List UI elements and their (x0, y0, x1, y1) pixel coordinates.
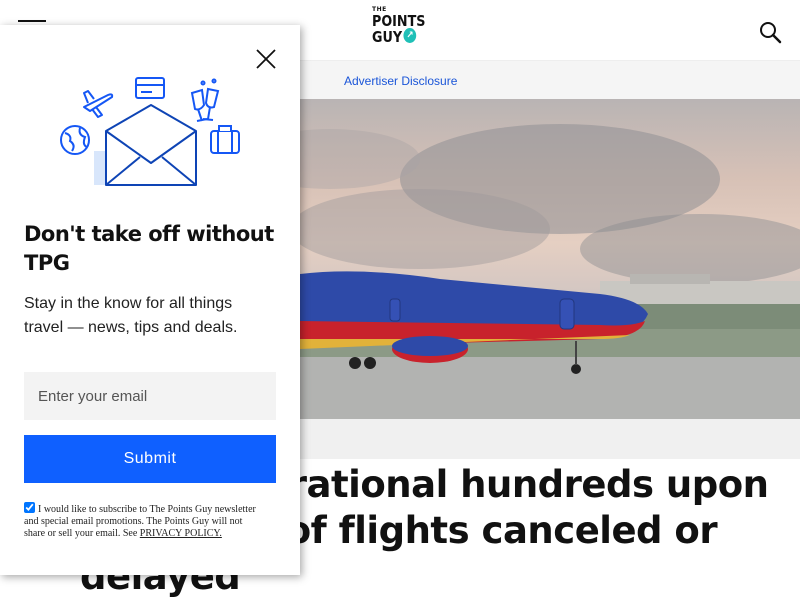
logo-line-3: GUY (372, 28, 403, 46)
newsletter-modal: Don't take off without TPG Stay in the k… (0, 25, 300, 575)
globe-icon (60, 125, 90, 155)
submit-button[interactable]: Submit (24, 435, 276, 483)
logo-line-2: POINTS (372, 12, 426, 30)
email-field[interactable] (24, 372, 276, 420)
logo-arrow-icon: ↗ (403, 28, 417, 43)
newsletter-illustration (60, 77, 240, 186)
envelope-icon (105, 104, 197, 186)
modal-description: Stay in the know for all things travel —… (24, 295, 238, 336)
champagne-glasses-icon (190, 78, 220, 122)
advertiser-disclosure-link[interactable]: Advertiser Disclosure (344, 74, 457, 88)
site-logo[interactable]: THE POINTS GUY ↗ (372, 6, 434, 54)
suitcase-icon (210, 125, 240, 154)
consent-block: I would like to subscribe to The Points … (24, 502, 264, 540)
search-icon[interactable] (758, 20, 782, 44)
privacy-policy-link[interactable]: PRIVACY POLICY. (140, 528, 222, 539)
airplane-icon (83, 90, 114, 118)
close-icon[interactable] (254, 47, 278, 71)
modal-title: Don't take off without TPG (24, 222, 274, 275)
credit-card-icon (135, 77, 165, 99)
subscribe-checkbox[interactable] (24, 502, 35, 513)
